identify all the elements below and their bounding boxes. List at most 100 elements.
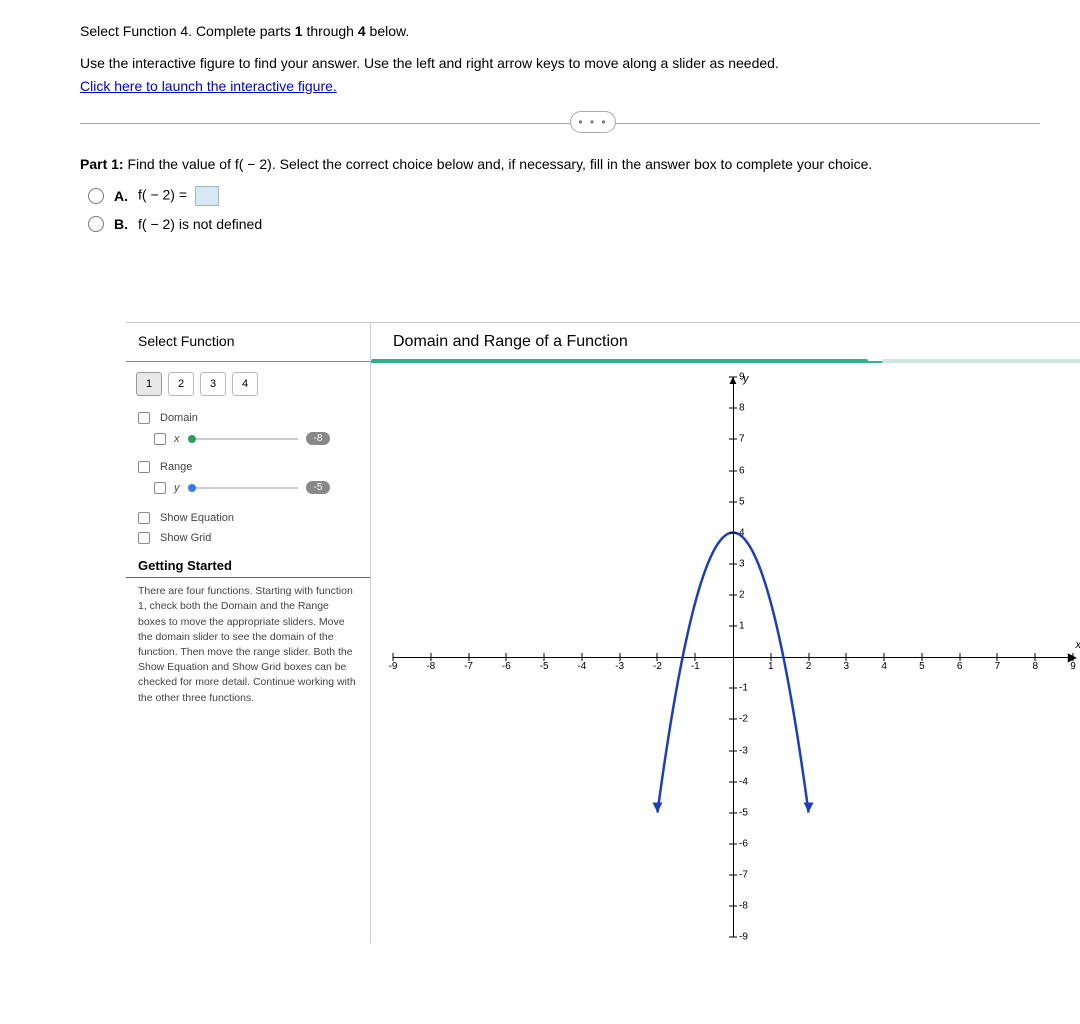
x-tick-label: 2: [806, 661, 812, 672]
ellipsis-pill[interactable]: • • •: [570, 111, 616, 133]
y-tick: [729, 594, 737, 595]
choice-a-label: A.: [114, 188, 128, 204]
x-label: x: [174, 433, 180, 445]
x-tick-label: -2: [653, 661, 662, 672]
getting-started-text: There are four functions. Starting with …: [126, 584, 370, 718]
y-tick: [729, 626, 737, 627]
show-equation-row: Show Equation: [126, 508, 370, 528]
x-tick: [770, 653, 771, 661]
y-slider[interactable]: [188, 484, 298, 492]
x-tick: [1073, 653, 1074, 661]
x-tick-label: 7: [995, 661, 1001, 672]
launch-figure-link[interactable]: Click here to launch the interactive fig…: [80, 78, 337, 94]
range-label: Range: [160, 461, 192, 473]
function-button-2[interactable]: 2: [168, 372, 194, 396]
part1-text: Find the value of f( − 2). Select the co…: [124, 156, 873, 172]
choice-b-row[interactable]: B. f( − 2) is not defined: [88, 216, 1080, 232]
x-slider[interactable]: [188, 435, 298, 443]
x-tick-label: 3: [844, 661, 850, 672]
x-tick: [846, 653, 847, 661]
separator: • • •: [80, 123, 1040, 124]
range-checkbox[interactable]: [138, 461, 150, 473]
x-tick: [619, 653, 620, 661]
y-tick: [729, 408, 737, 409]
show-equation-label: Show Equation: [160, 512, 234, 524]
y-tick-label: -8: [739, 901, 748, 912]
y-slider-thumb[interactable]: [188, 484, 196, 492]
bold-1: 1: [295, 23, 303, 39]
y-tick: [729, 781, 737, 782]
x-axis-label: x: [1076, 639, 1080, 651]
x-tick-label: -1: [691, 661, 700, 672]
y-tick-label: 6: [739, 465, 745, 476]
x-tick: [997, 653, 998, 661]
text: below.: [366, 23, 410, 39]
y-tick-label: -7: [739, 869, 748, 880]
x-tick: [581, 653, 582, 661]
y-tick-label: -5: [739, 807, 748, 818]
text: through: [303, 23, 358, 39]
show-grid-row: Show Grid: [126, 528, 370, 548]
y-label: y: [174, 482, 180, 494]
y-value-pill: -5: [306, 481, 331, 494]
show-grid-checkbox[interactable]: [138, 532, 150, 544]
choice-a-row[interactable]: A. f( − 2) =: [88, 186, 1080, 206]
y-tick: [729, 750, 737, 751]
y-tick-label: -6: [739, 838, 748, 849]
x-tick-label: 4: [881, 661, 887, 672]
answer-input-a[interactable]: [195, 186, 219, 206]
y-tick: [729, 688, 737, 689]
radio-b[interactable]: [88, 216, 104, 232]
x-tick: [695, 653, 696, 661]
y-tick-label: 2: [739, 589, 745, 600]
x-tick-label: -4: [577, 661, 586, 672]
chart-area: ▲ ▶ y x -9-8-7-6-5-4-3-2-1123456789-9-8-…: [393, 377, 1073, 937]
function-button-4[interactable]: 4: [232, 372, 258, 396]
x-slider-thumb[interactable]: [188, 435, 196, 443]
x-tick: [506, 653, 507, 661]
radio-a[interactable]: [88, 188, 104, 204]
y-tick: [729, 874, 737, 875]
show-equation-checkbox[interactable]: [138, 512, 150, 524]
x-checkbox[interactable]: [154, 433, 166, 445]
y-tick: [729, 937, 737, 938]
y-tick-label: 8: [739, 403, 745, 414]
y-tick: [729, 470, 737, 471]
y-tick-label: -4: [739, 776, 748, 787]
x-tick: [544, 653, 545, 661]
y-tick: [729, 843, 737, 844]
x-slider-row: x -8: [126, 428, 370, 449]
function-button-1[interactable]: 1: [136, 372, 162, 396]
x-tick: [921, 653, 922, 661]
y-tick-label: 7: [739, 434, 745, 445]
y-tick: [729, 812, 737, 813]
y-checkbox[interactable]: [154, 482, 166, 494]
show-grid-label: Show Grid: [160, 532, 211, 544]
x-tick: [393, 653, 394, 661]
part1-label: Part 1:: [80, 156, 124, 172]
y-tick: [729, 563, 737, 564]
interactive-figure: Select Function 1 2 3 4 Domain x -8 Rang…: [126, 322, 1080, 943]
x-tick: [657, 653, 658, 661]
x-tick-label: -5: [540, 661, 549, 672]
select-function-header: Select Function: [126, 323, 370, 362]
answer-choices: A. f( − 2) = B. f( − 2) is not defined: [88, 186, 1080, 232]
x-tick-label: 9: [1070, 661, 1076, 672]
domain-checkbox[interactable]: [138, 412, 150, 424]
x-tick-label: -7: [464, 661, 473, 672]
domain-row: Domain: [126, 408, 370, 428]
right-panel: Domain and Range of a Function ▲ ▶ y x -…: [371, 323, 1080, 943]
y-tick-label: -3: [739, 745, 748, 756]
range-row: Range: [126, 457, 370, 477]
left-panel: Select Function 1 2 3 4 Domain x -8 Rang…: [126, 323, 371, 943]
bold-4: 4: [358, 23, 366, 39]
y-slider-row: y -5: [126, 477, 370, 498]
y-tick-label: -2: [739, 714, 748, 725]
function-button-3[interactable]: 3: [200, 372, 226, 396]
y-tick-label: 3: [739, 558, 745, 569]
y-tick: [729, 906, 737, 907]
function-curve: [393, 377, 1073, 937]
y-tick: [729, 377, 737, 378]
x-tick-label: -3: [615, 661, 624, 672]
x-tick: [1035, 653, 1036, 661]
